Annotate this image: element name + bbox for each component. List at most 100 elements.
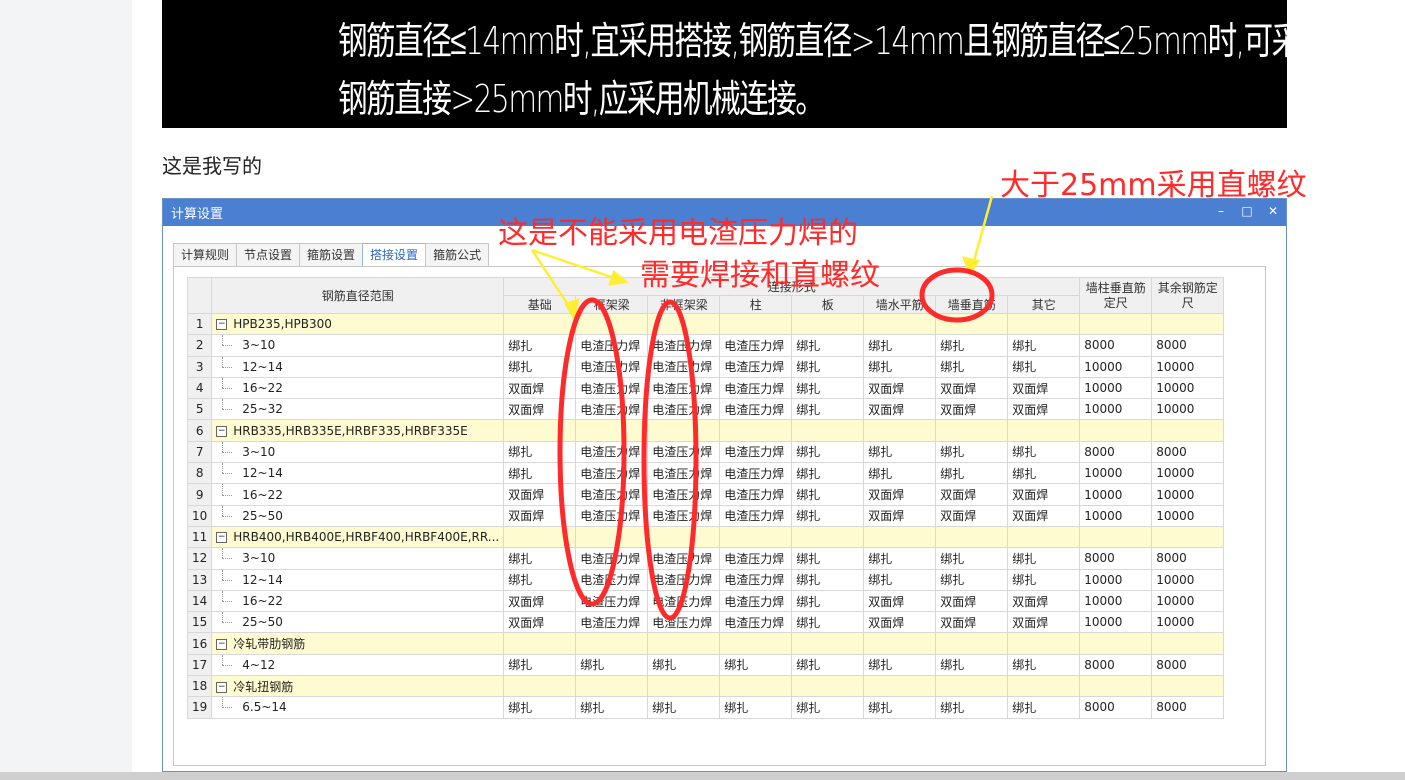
table-cell[interactable] [1151, 632, 1225, 655]
table-row[interactable]: 2 3~10 绑扎 电渣压力焊 电渣压力焊 电渣压力焊 绑扎 绑扎 绑扎 绑扎 8000 8000 [186, 334, 1225, 357]
table-cell[interactable] [935, 525, 1009, 549]
table-cell[interactable]: 10000 [1151, 483, 1225, 506]
table-cell[interactable]: 8000 [1151, 440, 1225, 464]
diameter-range-cell[interactable]: 12~14 [211, 568, 505, 591]
table-cell[interactable]: 10000 [1079, 376, 1153, 400]
table-cell[interactable]: 双面焊 [935, 398, 1009, 421]
collapse-icon[interactable]: − [216, 681, 228, 693]
table-row[interactable]: 4 16~22 双面焊 电渣压力焊 电渣压力焊 电渣压力焊 绑扎 双面焊 双面焊 双面焊 10000… [186, 376, 1225, 400]
table-cell[interactable]: 绑扎 [935, 440, 1009, 464]
table-cell[interactable]: 绑扎 [1007, 547, 1081, 570]
table-cell[interactable]: 绑扎 [575, 653, 649, 677]
table-cell[interactable]: 绑扎 [863, 440, 937, 464]
table-cell[interactable]: 10000 [1079, 504, 1153, 527]
table-cell[interactable] [791, 525, 865, 549]
group-name-cell[interactable]: − HRB400,HRB400E,HRBF400,HRBF400E,RR... [211, 525, 505, 549]
table-cell[interactable]: 绑扎 [1007, 653, 1081, 677]
table-cell[interactable]: 10000 [1079, 589, 1153, 613]
table-cell[interactable]: 电渣压力焊 [575, 568, 649, 591]
table-cell[interactable]: 电渣压力焊 [575, 376, 649, 400]
table-cell[interactable]: 8000 [1151, 696, 1225, 719]
table-cell[interactable]: 双面焊 [863, 483, 937, 506]
diameter-range-cell[interactable]: 12~14 [211, 355, 505, 378]
table-cell[interactable]: 绑扎 [647, 696, 721, 719]
table-group-row[interactable]: 1− HPB235,HPB300 [186, 312, 1225, 336]
table-cell[interactable] [791, 675, 865, 698]
table-cell[interactable] [935, 419, 1009, 442]
table-cell[interactable] [1007, 632, 1081, 655]
table-cell[interactable]: 绑扎 [503, 462, 577, 485]
table-cell[interactable]: 双面焊 [935, 589, 1009, 613]
table-cell[interactable]: 10000 [1151, 611, 1225, 634]
table-cell[interactable]: 10000 [1151, 376, 1225, 400]
table-cell[interactable] [719, 419, 793, 442]
table-cell[interactable] [791, 419, 865, 442]
table-cell[interactable]: 绑扎 [791, 334, 865, 357]
table-cell[interactable]: 双面焊 [935, 504, 1009, 527]
table-cell[interactable] [1151, 675, 1225, 698]
table-cell[interactable]: 8000 [1079, 653, 1153, 677]
table-cell[interactable]: 电渣压力焊 [647, 547, 721, 570]
table-cell[interactable]: 电渣压力焊 [575, 398, 649, 421]
table-cell[interactable]: 电渣压力焊 [719, 376, 793, 400]
table-cell[interactable]: 双面焊 [935, 611, 1009, 634]
table-cell[interactable]: 电渣压力焊 [719, 440, 793, 464]
table-cell[interactable]: 电渣压力焊 [719, 589, 793, 613]
table-cell[interactable]: 10000 [1151, 589, 1225, 613]
table-cell[interactable] [575, 312, 649, 336]
table-row[interactable]: 15 25~50 双面焊 电渣压力焊 电渣压力焊 电渣压力焊 绑扎 双面焊 双面焊 双面焊 1000… [186, 611, 1225, 634]
table-cell[interactable]: 双面焊 [503, 398, 577, 421]
table-group-row[interactable]: 11− HRB400,HRB400E,HRBF400,HRBF400E,RR... [186, 525, 1225, 549]
table-cell[interactable] [503, 525, 577, 549]
table-cell[interactable]: 10000 [1079, 568, 1153, 591]
table-cell[interactable]: 绑扎 [1007, 334, 1081, 357]
table-cell[interactable]: 电渣压力焊 [575, 589, 649, 613]
table-cell[interactable]: 双面焊 [863, 376, 937, 400]
table-cell[interactable]: 双面焊 [1007, 589, 1081, 613]
table-cell[interactable]: 双面焊 [863, 504, 937, 527]
table-cell[interactable] [863, 312, 937, 336]
table-cell[interactable]: 绑扎 [1007, 355, 1081, 378]
diameter-range-cell[interactable]: 25~50 [211, 611, 505, 634]
diameter-range-cell[interactable]: 16~22 [211, 483, 505, 506]
table-cell[interactable]: 电渣压力焊 [719, 462, 793, 485]
table-cell[interactable]: 绑扎 [935, 653, 1009, 677]
table-cell[interactable]: 电渣压力焊 [719, 398, 793, 421]
table-cell[interactable]: 电渣压力焊 [719, 547, 793, 570]
table-row[interactable]: 9 16~22 双面焊 电渣压力焊 电渣压力焊 电渣压力焊 绑扎 双面焊 双面焊 双面焊 10000… [186, 483, 1225, 506]
table-cell[interactable] [1151, 419, 1225, 442]
table-cell[interactable]: 电渣压力焊 [575, 440, 649, 464]
tab-1[interactable]: 节点设置 [236, 243, 301, 266]
table-row[interactable]: 10 25~50 双面焊 电渣压力焊 电渣压力焊 电渣压力焊 绑扎 双面焊 双面焊 双面焊 1000… [186, 504, 1225, 527]
table-cell[interactable]: 10000 [1079, 611, 1153, 634]
maximize-button[interactable]: □ [1240, 203, 1254, 219]
table-cell[interactable] [503, 675, 577, 698]
table-cell[interactable]: 电渣压力焊 [719, 334, 793, 357]
table-cell[interactable]: 电渣压力焊 [575, 547, 649, 570]
table-cell[interactable] [1151, 312, 1225, 336]
table-cell[interactable]: 双面焊 [1007, 504, 1081, 527]
table-cell[interactable]: 绑扎 [503, 696, 577, 719]
table-cell[interactable] [791, 312, 865, 336]
table-row[interactable]: 19 6.5~14 绑扎 绑扎 绑扎 绑扎 绑扎 绑扎 绑扎 绑扎 8000 8000 [186, 696, 1225, 719]
diameter-range-cell[interactable]: 3~10 [211, 547, 505, 570]
table-cell[interactable] [1007, 525, 1081, 549]
table-cell[interactable]: 电渣压力焊 [575, 334, 649, 357]
tab-3[interactable]: 搭接设置 [362, 243, 427, 266]
table-cell[interactable]: 绑扎 [863, 462, 937, 485]
table-cell[interactable] [503, 312, 577, 336]
table-cell[interactable]: 双面焊 [1007, 483, 1081, 506]
table-cell[interactable] [719, 675, 793, 698]
table-cell[interactable] [1079, 312, 1153, 336]
diameter-range-cell[interactable]: 25~32 [211, 398, 505, 421]
table-cell[interactable]: 绑扎 [863, 547, 937, 570]
table-cell[interactable]: 双面焊 [503, 611, 577, 634]
close-button[interactable]: ✕ [1266, 203, 1280, 219]
table-cell[interactable]: 10000 [1079, 398, 1153, 421]
table-cell[interactable]: 电渣压力焊 [647, 355, 721, 378]
table-cell[interactable]: 8000 [1079, 696, 1153, 719]
table-cell[interactable] [575, 419, 649, 442]
table-cell[interactable]: 电渣压力焊 [719, 611, 793, 634]
table-cell[interactable] [1151, 525, 1225, 549]
tab-4[interactable]: 箍筋公式 [425, 243, 490, 266]
